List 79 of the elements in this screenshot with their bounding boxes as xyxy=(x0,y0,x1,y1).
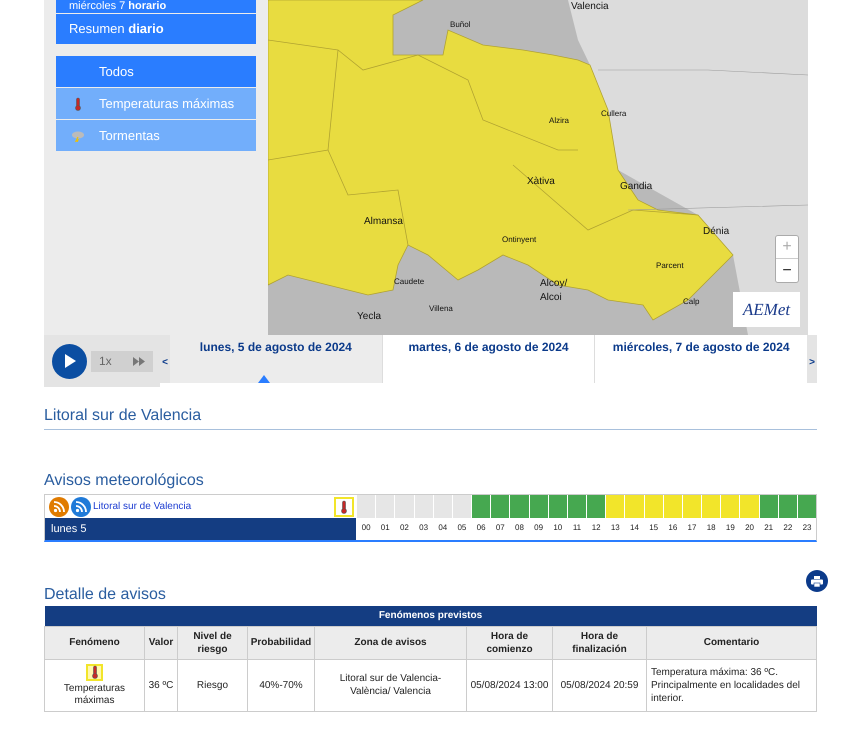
zone-title: Litoral sur de Valencia xyxy=(44,405,817,430)
speed-control[interactable]: 1x xyxy=(91,350,153,372)
zoom-out-button[interactable]: − xyxy=(776,259,798,282)
hour-label: 23 xyxy=(802,522,812,534)
column-header: Fenómeno xyxy=(44,626,144,659)
hour-label: 13 xyxy=(610,522,621,534)
print-button[interactable] xyxy=(806,570,828,592)
hour-label: 14 xyxy=(629,522,640,534)
hour-label: 10 xyxy=(552,522,564,534)
prev-day-button[interactable]: < xyxy=(160,335,170,370)
phenomenon-label: Temperaturas máximas xyxy=(64,682,126,706)
thermometer-icon xyxy=(339,500,349,514)
city-label: Almansa xyxy=(364,215,404,229)
table-cell: 36 ºC xyxy=(144,659,178,711)
hour-label: 09 xyxy=(533,522,544,534)
column-header: Hora de finalización xyxy=(552,626,646,659)
hour-label: 03 xyxy=(418,522,430,534)
column-header: Hora de comienzo xyxy=(466,626,552,659)
table-cell: Riesgo xyxy=(178,659,248,711)
fast-forward-icon xyxy=(133,356,145,366)
hour-label: 06 xyxy=(476,522,487,534)
column-header: Probabilidad xyxy=(248,626,314,659)
thermometer-icon xyxy=(90,665,100,679)
table-cell: 40%-70% xyxy=(248,659,314,711)
next-day-button[interactable]: > xyxy=(807,335,818,370)
hour-label: 22 xyxy=(782,522,794,534)
day-tab[interactable]: martes, 6 de agosto de 2024 xyxy=(382,335,594,383)
hour-label: 19 xyxy=(724,522,736,534)
zone-link[interactable]: Litoral sur de Valencia xyxy=(93,499,192,514)
hour-label: 08 xyxy=(514,522,525,534)
hour-label: 05 xyxy=(456,522,468,534)
hour-label: 02 xyxy=(398,522,410,534)
city-label: Ontinyent xyxy=(502,234,536,246)
column-header: Nivel de riesgo xyxy=(178,626,248,659)
play-button[interactable] xyxy=(52,344,87,378)
selected-day-marker xyxy=(258,375,270,383)
section-title: Avisos meteorológicos xyxy=(44,471,205,491)
day-tab[interactable]: miércoles, 7 de agosto de 2024 xyxy=(594,335,808,383)
table-cell: 05/08/2024 13:00 xyxy=(466,659,552,711)
table-cell: Temperatura máxima: 36 ºC. Principalmente en localidades del interior. xyxy=(646,659,816,711)
city-label: Alzira xyxy=(549,115,570,127)
city-label: Valencia xyxy=(571,0,610,14)
city-label: Xàtiva xyxy=(527,175,556,189)
hour-label: 15 xyxy=(648,522,660,534)
table-title: Fenómenos previstos xyxy=(44,606,816,626)
hour-label: 16 xyxy=(667,522,678,534)
table-cell: 05/08/2024 20:59 xyxy=(552,659,646,711)
hour-label: 21 xyxy=(763,522,774,534)
hour-label: 17 xyxy=(686,522,698,534)
print-icon xyxy=(811,576,823,586)
hour-label: 18 xyxy=(706,522,717,534)
hour-label: 20 xyxy=(744,522,755,534)
table-cell: Litoral sur de Valencia-València/ Valencia xyxy=(314,659,466,711)
city-label: Buñol xyxy=(450,19,470,31)
filter-menu-item[interactable]: Todos xyxy=(56,56,256,87)
column-header: Zona de avisos xyxy=(314,626,466,659)
feed-icon[interactable] xyxy=(49,496,69,516)
day-tab[interactable]: lunes, 5 de agosto de 2024 xyxy=(170,335,382,383)
play-icon xyxy=(64,354,76,368)
day-label: lunes 5 xyxy=(45,518,356,540)
hour-label: 12 xyxy=(590,522,602,534)
city-label: Villena xyxy=(429,303,453,315)
view-menu-item[interactable]: miércoles 7 horario xyxy=(56,0,256,13)
city-label: Calp xyxy=(683,296,700,308)
column-header: Valor xyxy=(144,626,178,659)
feed-icon[interactable] xyxy=(71,496,91,516)
column-header: Comentario xyxy=(646,626,816,659)
city-label: Yecla xyxy=(357,310,382,324)
storm-cloud-icon xyxy=(70,130,84,142)
logo: AEMet xyxy=(733,292,800,327)
view-menu-item[interactable]: Resumen diario xyxy=(56,14,256,44)
section-title: Detalle de avisos xyxy=(44,585,166,605)
hour-label: 01 xyxy=(380,522,391,534)
hour-label: 11 xyxy=(572,522,582,534)
hour-label: 00 xyxy=(360,522,372,534)
hour-label: 04 xyxy=(437,522,448,534)
thermometer-icon xyxy=(72,96,82,110)
city-label: Parcent xyxy=(656,260,684,272)
hour-label: 07 xyxy=(494,522,506,534)
